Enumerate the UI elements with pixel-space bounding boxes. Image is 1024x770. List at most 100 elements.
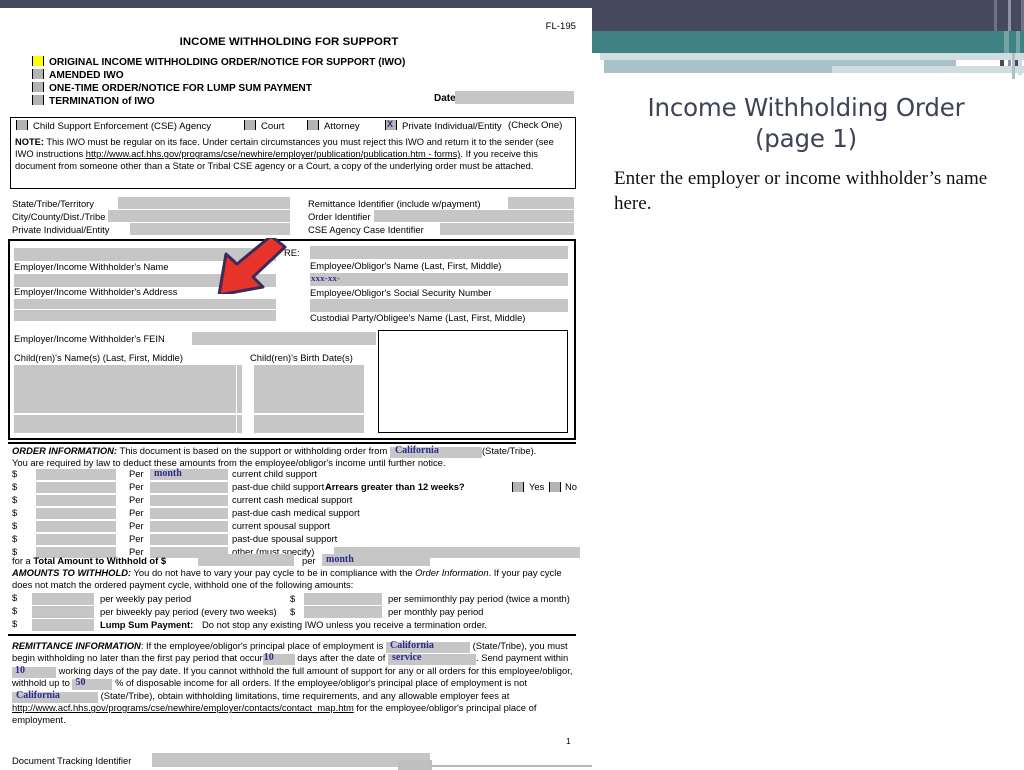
pay-period-row-2: $ per biweekly pay period (every two wee… (12, 605, 483, 618)
field-per-5[interactable] (150, 521, 228, 532)
remittance-information-block: REMITTANCE INFORMATION: If the employee/… (12, 640, 578, 727)
field-per-4[interactable] (150, 508, 228, 519)
note-paragraph: NOTE: This IWO must be regular on its fa… (11, 133, 575, 172)
order-info-text: This document is based on the support or… (117, 445, 390, 456)
checkbox-row-termination[interactable]: TERMINATION of IWO (32, 95, 155, 108)
field-employee-ssn[interactable] (310, 273, 568, 286)
order-state-paren: (State/Tribe). (481, 445, 537, 456)
note-link[interactable]: http://www.acf.hhs.gov/programs/cse/newh… (86, 149, 461, 159)
field-remit-percent[interactable]: 50 (72, 677, 113, 691)
checkbox-icon-court[interactable] (244, 120, 256, 130)
field-remit-service[interactable]: service (387, 652, 476, 666)
order-information-heading: ORDER INFORMATION: This document is base… (12, 445, 578, 459)
total-per-label: per (302, 555, 316, 566)
field-cse-case-identifier[interactable] (440, 223, 574, 235)
checkbox-icon-attorney[interactable] (307, 120, 319, 130)
field-per-2[interactable] (150, 482, 228, 493)
label-city-county-tribe: City/County/Dist./Tribe (12, 211, 106, 222)
field-employer-address-2[interactable] (14, 299, 276, 321)
label-state-tribe-territory: State/Tribe/Territory (12, 198, 94, 209)
field-per-6[interactable] (150, 534, 228, 545)
field-amount-5[interactable] (36, 521, 116, 532)
field-private-individual-entity[interactable] (130, 223, 290, 235)
field-remit-days2[interactable]: 10 (12, 665, 56, 678)
sender-option-private[interactable]: Private Individual/Entity (385, 119, 502, 132)
page-number: 1 (566, 736, 571, 746)
field-amount-1[interactable] (36, 469, 116, 480)
field-order-identifier[interactable] (374, 210, 574, 222)
sender-option-cse[interactable]: Child Support Enforcement (CSE) Agency (16, 120, 211, 132)
field-remit-days[interactable]: 10 (262, 652, 295, 666)
remittance-label: REMITTANCE INFORMATION (12, 640, 141, 651)
field-custodial-party-name[interactable] (310, 299, 568, 312)
checkbox-icon-private-checked[interactable] (385, 119, 397, 130)
label-document-tracking-identifier: Document Tracking Identifier (12, 755, 132, 766)
field-amount-2[interactable] (36, 482, 116, 493)
field-document-tracking-identifier[interactable] (152, 753, 430, 767)
checkbox-icon-arrears-yes[interactable] (512, 482, 524, 492)
per-label-1: Per (129, 468, 144, 479)
checkbox-row-amended[interactable]: AMENDED IWO (32, 69, 124, 82)
page-title-line2: (page 1) (754, 124, 858, 153)
sender-option-attorney[interactable]: Attorney (307, 120, 360, 132)
label-children-birthdates: Child(ren)'s Birth Date(s) (250, 352, 353, 363)
checkbox-icon-cse[interactable] (16, 120, 28, 130)
field-employer-fein[interactable] (192, 332, 376, 345)
sender-option-court[interactable]: Court (244, 120, 284, 132)
page-title-line1: Income Withholding Order (647, 93, 965, 122)
sender-label-attorney: Attorney (324, 121, 360, 132)
checkbox-icon-termination[interactable] (32, 95, 44, 105)
field-amount-4[interactable] (36, 508, 116, 519)
checkbox-row-original[interactable]: ORIGINAL INCOME WITHHOLDING ORDER/NOTICE… (32, 56, 405, 69)
checkbox-row-lumpsum[interactable]: ONE-TIME ORDER/NOTICE FOR LUMP SUM PAYME… (32, 82, 312, 95)
page-title: Income Withholding Order (page 1) (600, 92, 1012, 154)
checkbox-icon-lumpsum[interactable] (32, 82, 44, 92)
form-main-title: INCOME WITHHOLDING FOR SUPPORT (179, 36, 399, 48)
field-city-county-tribe[interactable] (108, 210, 290, 222)
field-remit-state[interactable]: California (385, 640, 470, 654)
field-children-names-row-last[interactable] (14, 415, 242, 433)
field-weekly-amount[interactable] (32, 593, 94, 605)
amount-row-5: $ Per current spousal support (12, 520, 330, 532)
value-remit-days: 10 (263, 652, 274, 664)
field-lump-sum-amount[interactable] (32, 619, 94, 631)
remittance-link[interactable]: http://www.acf.hhs.gov/programs/cse/newh… (12, 702, 354, 713)
checkbox-icon-original[interactable] (32, 56, 44, 66)
field-amount-6[interactable] (36, 534, 116, 545)
remit-text-3: days after the date of (294, 652, 388, 664)
remit-text-7: (State/Tribe), obtain withholding limita… (98, 689, 510, 701)
field-per-3[interactable] (150, 495, 228, 506)
checkbox-icon-arrears-no[interactable] (549, 482, 561, 492)
notes-empty-box[interactable] (378, 330, 568, 433)
desc-5: current spousal support (232, 520, 330, 531)
label-weekly-pay-period: per weekly pay period (100, 593, 192, 604)
checkbox-label-amended: AMENDED IWO (49, 70, 124, 81)
field-employee-name[interactable] (310, 246, 568, 259)
banner-teal-stripe (1004, 31, 1009, 53)
dollar-sign-semimonthly: $ (290, 593, 296, 604)
field-amount-3[interactable] (36, 495, 116, 506)
amounts-text-1: You do not have to vary your pay cycle t… (131, 567, 416, 578)
field-children-birthdates-block[interactable] (254, 365, 364, 413)
field-semimonthly-amount[interactable] (304, 593, 382, 605)
dollar-sign-biweekly: $ (12, 605, 18, 616)
field-total-amount[interactable] (198, 554, 294, 566)
checkbox-label-original: ORIGINAL INCOME WITHHOLDING ORDER/NOTICE… (49, 57, 406, 68)
field-monthly-amount[interactable] (304, 606, 382, 618)
field-children-names-block[interactable] (14, 365, 242, 413)
field-state-tribe-territory[interactable] (118, 197, 290, 209)
desc-6: past-due spousal support (232, 533, 338, 544)
value-per-1: month (154, 468, 182, 479)
field-remit-state2[interactable]: California (12, 690, 98, 703)
field-remittance-identifier[interactable] (508, 197, 574, 209)
label-employer-name: Employer/Income Withholder's Name (14, 261, 169, 272)
desc-1: current child support (232, 468, 317, 479)
date-field[interactable] (455, 91, 574, 104)
checkbox-icon-amended[interactable] (32, 69, 44, 79)
dollar-sign-1: $ (12, 468, 18, 479)
field-document-tracking-identifier-tail[interactable] (398, 760, 432, 770)
desc-3: current cash medical support (232, 494, 353, 505)
field-children-birthdates-row-last[interactable] (254, 415, 364, 433)
field-biweekly-amount[interactable] (32, 606, 94, 618)
banner-pale-band (600, 53, 1024, 60)
